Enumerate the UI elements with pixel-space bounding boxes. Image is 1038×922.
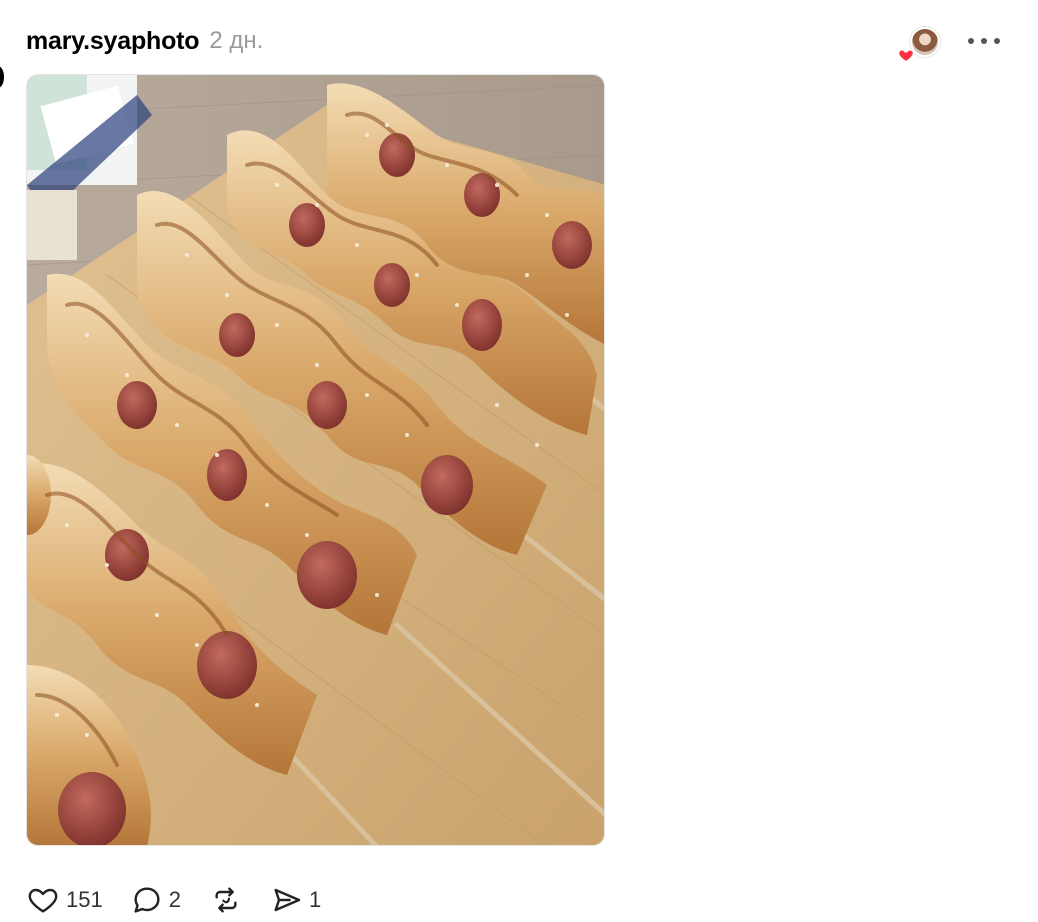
like-count: 151 — [66, 887, 103, 912]
speech-bubble-icon — [134, 887, 160, 913]
share-button[interactable]: 1 — [271, 884, 321, 916]
thread-dot — [0, 66, 4, 88]
post-header: mary.syaphoto 2 дн. — [26, 24, 263, 58]
repost-arrows-icon — [215, 887, 237, 913]
thread-connector — [0, 44, 6, 96]
comment-button[interactable]: 2 — [131, 884, 181, 916]
post-actions-bar: 151 2 1 — [26, 878, 349, 922]
heart-filled-icon — [897, 48, 915, 63]
send-icon — [274, 888, 301, 912]
more-options-button[interactable] — [964, 28, 1004, 54]
heart-outline-icon — [28, 888, 58, 913]
username-link[interactable]: mary.syaphoto — [26, 27, 200, 56]
thread-post: mary.syaphoto 2 дн. 151 2 1 — [0, 0, 1038, 922]
comment-count: 2 — [168, 887, 181, 912]
post-timestamp[interactable]: 2 дн. — [209, 27, 263, 55]
post-photo[interactable] — [26, 74, 605, 846]
share-count: 1 — [308, 887, 322, 912]
repost-button[interactable] — [209, 884, 243, 916]
like-button[interactable]: 151 — [26, 884, 103, 916]
food-photo-illustration — [27, 75, 604, 845]
more-horizontal-icon — [968, 38, 1000, 44]
